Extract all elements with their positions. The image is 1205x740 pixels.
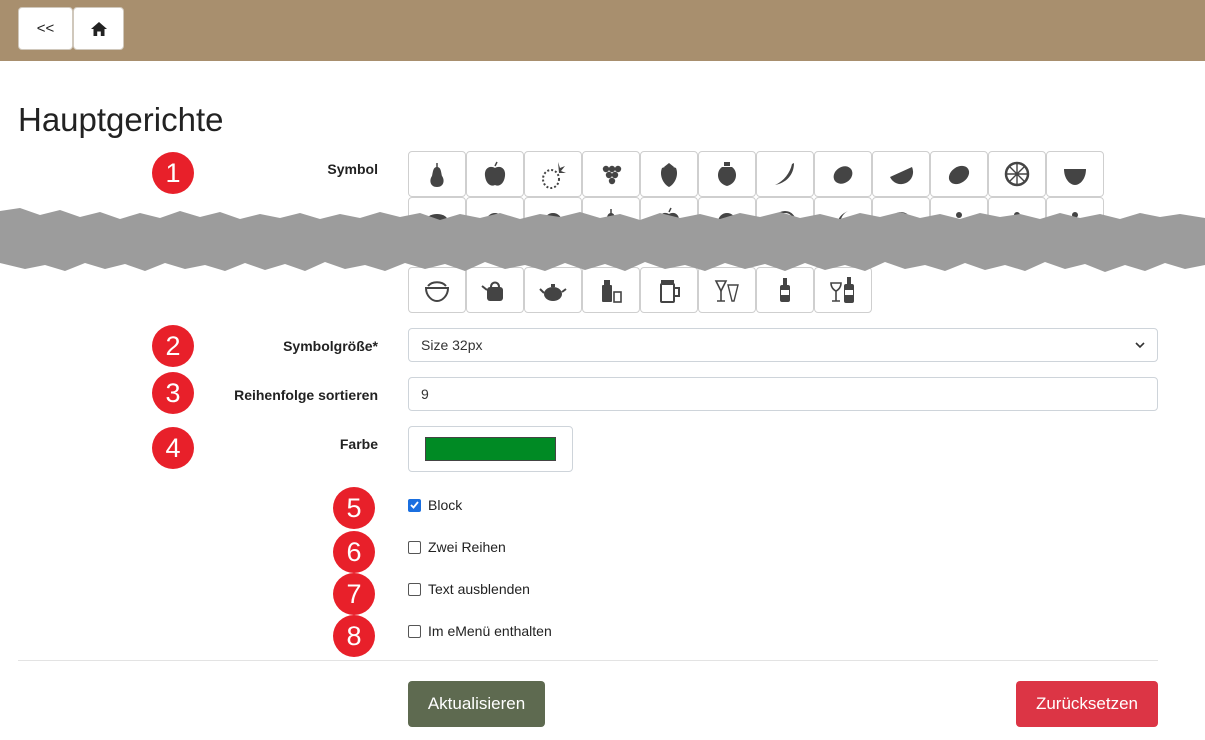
two-rows-checkbox[interactable] bbox=[408, 540, 421, 554]
symbol-label: Symbol bbox=[327, 161, 378, 177]
symbol-size-label: Symbolgröße* bbox=[283, 338, 378, 354]
symbol-option-11[interactable] bbox=[1046, 151, 1104, 197]
cucumber-icon bbox=[948, 165, 970, 185]
block-checkbox[interactable] bbox=[408, 498, 421, 512]
symbol-option-6[interactable] bbox=[756, 151, 814, 197]
hide-text-checkbox[interactable] bbox=[408, 582, 421, 596]
block-label: Block bbox=[428, 497, 463, 513]
grapes-icon bbox=[602, 165, 622, 185]
symbol-option-5[interactable] bbox=[698, 151, 756, 197]
badge-5: 5 bbox=[333, 487, 375, 529]
emenu-checkbox[interactable] bbox=[408, 624, 421, 638]
pitaya-icon bbox=[1064, 169, 1086, 185]
color-picker[interactable] bbox=[408, 426, 573, 472]
lemon-icon bbox=[833, 166, 853, 184]
sort-order-value: 9 bbox=[421, 386, 429, 402]
strawberry-icon bbox=[660, 163, 678, 187]
reset-button[interactable]: Zurücksetzen bbox=[1016, 681, 1158, 727]
page-title: Hauptgerichte bbox=[18, 101, 224, 138]
hide-text-label: Text ausblenden bbox=[428, 581, 530, 597]
chili-icon bbox=[775, 163, 794, 185]
top-bar: << bbox=[0, 0, 1205, 61]
two-rows-label: Zwei Reihen bbox=[428, 539, 506, 555]
badge-7: 7 bbox=[333, 573, 375, 615]
update-button[interactable]: Aktualisieren bbox=[408, 681, 545, 727]
sort-order-input[interactable]: 9 bbox=[408, 377, 1158, 411]
symbol-option-1[interactable] bbox=[466, 151, 524, 197]
apple-icon bbox=[484, 161, 506, 186]
symbol-option-4[interactable] bbox=[640, 151, 698, 197]
badge-3: 3 bbox=[152, 372, 194, 414]
symbol-option-0[interactable] bbox=[408, 151, 466, 197]
checkbox-hide-text[interactable]: Text ausblenden bbox=[408, 581, 530, 597]
badge-8: 8 bbox=[333, 615, 375, 657]
color-label: Farbe bbox=[339, 436, 378, 452]
pineapple-icon bbox=[542, 162, 566, 189]
divider bbox=[18, 660, 1158, 661]
back-button[interactable]: << bbox=[18, 7, 73, 50]
symbol-option-3[interactable] bbox=[582, 151, 640, 197]
home-icon bbox=[90, 21, 107, 36]
torn-screenshot-gap bbox=[0, 208, 1205, 272]
badge-4: 4 bbox=[152, 427, 194, 469]
symbol-option-2[interactable] bbox=[524, 151, 582, 197]
symbol-option-9[interactable] bbox=[930, 151, 988, 197]
symbol-option-10[interactable] bbox=[988, 151, 1046, 197]
pear-icon bbox=[430, 163, 444, 187]
symbol-size-value: Size 32px bbox=[421, 337, 483, 353]
chevron-down-icon bbox=[1135, 341, 1145, 348]
badge-2: 2 bbox=[152, 325, 194, 367]
checkbox-emenu[interactable]: Im eMenü enthalten bbox=[408, 623, 552, 639]
badge-6: 6 bbox=[333, 531, 375, 573]
symbol-size-select[interactable]: Size 32px bbox=[408, 328, 1158, 362]
symbol-option-8[interactable] bbox=[872, 151, 930, 197]
citrus-slice-icon bbox=[1004, 161, 1030, 187]
melon-slice-icon bbox=[890, 167, 914, 185]
checkbox-block[interactable]: Block bbox=[408, 497, 462, 513]
quince-icon bbox=[717, 162, 737, 186]
emenu-label: Im eMenü enthalten bbox=[428, 623, 552, 639]
symbol-option-7[interactable] bbox=[814, 151, 872, 197]
badge-1: 1 bbox=[152, 152, 194, 194]
home-button[interactable] bbox=[73, 7, 124, 50]
checkbox-two-rows[interactable]: Zwei Reihen bbox=[408, 539, 506, 555]
color-swatch bbox=[425, 437, 556, 461]
sort-order-label: Reihenfolge sortieren bbox=[234, 387, 378, 403]
